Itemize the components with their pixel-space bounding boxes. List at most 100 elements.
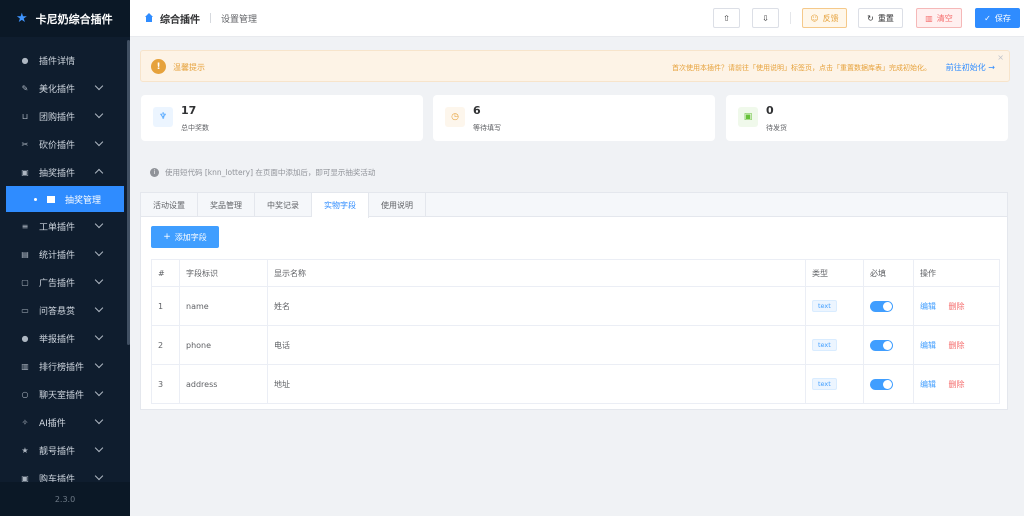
sidebar-item-label: 美化插件 bbox=[39, 84, 76, 95]
sidebar-item-bargain[interactable]: ✂ 砍价插件 bbox=[0, 130, 130, 158]
cart-icon: ⊔ bbox=[21, 111, 29, 121]
cell-type: text bbox=[805, 286, 864, 326]
top-header: 综合插件 设置管理 ⇧ ⇩ ☺ 反馈 ↻ 重置 ▥ 清空 ✓ 保存 bbox=[130, 0, 1024, 37]
package-icon: ▣ bbox=[738, 107, 758, 127]
breadcrumb-main[interactable]: 综合插件 bbox=[160, 11, 200, 26]
chat-icon: ▭ bbox=[21, 305, 29, 315]
reset-label: 重置 bbox=[877, 13, 894, 23]
chevron-down-icon bbox=[94, 247, 104, 257]
table-header-row: # 字段标识 显示名称 类型 必填 操作 bbox=[151, 259, 1000, 287]
stat-label: 等待填写 bbox=[473, 124, 501, 132]
sidebar-subitem-lottery-manage[interactable]: 抽奖管理 bbox=[6, 186, 124, 212]
smile-icon: ☺ bbox=[810, 13, 819, 23]
sidebar-item-report[interactable]: ● 举报插件 bbox=[0, 324, 130, 352]
delete-link[interactable]: 删除 bbox=[949, 302, 965, 311]
edit-link[interactable]: 编辑 bbox=[920, 341, 936, 350]
star-logo-icon: ★ bbox=[16, 11, 28, 26]
edit-link[interactable]: 编辑 bbox=[920, 380, 936, 389]
scissors-icon: ✂ bbox=[21, 139, 29, 149]
header-divider bbox=[790, 12, 791, 24]
cell-type: text bbox=[805, 364, 864, 404]
chevron-down-icon bbox=[94, 387, 104, 397]
sidebar-item-label: 聊天室插件 bbox=[39, 390, 85, 401]
sidebar-subitem-label: 抽奖管理 bbox=[65, 195, 102, 206]
sidebar-item-lottery[interactable]: ▣ 抽奖插件 bbox=[0, 158, 130, 186]
download-icon: ⇩ bbox=[762, 13, 769, 23]
tab-instructions[interactable]: 使用说明 bbox=[369, 193, 426, 217]
export-button[interactable]: ⇧ bbox=[713, 8, 740, 28]
sidebar-item-label: 排行榜插件 bbox=[39, 362, 85, 373]
shortcode-hint: i 使用短代码 [knn_lottery] 在页面中添加后，即可显示抽奖活动 bbox=[150, 167, 375, 178]
close-icon[interactable]: × bbox=[997, 53, 1004, 62]
sidebar-item-qa-bounty[interactable]: ▭ 问答悬赏 bbox=[0, 296, 130, 324]
chevron-down-icon bbox=[94, 303, 104, 313]
breadcrumb-sub: 设置管理 bbox=[221, 14, 258, 25]
add-field-button[interactable]: + 添加字段 bbox=[151, 226, 219, 248]
chevron-down-icon bbox=[94, 219, 104, 229]
cell-actions: 编辑 删除 bbox=[913, 364, 1000, 404]
sidebar-item-label: 抽奖插件 bbox=[39, 168, 76, 179]
cell-required bbox=[863, 325, 914, 365]
folder-icon bbox=[47, 195, 55, 203]
stat-card-pending-fill: ◷ 6 等待填写 bbox=[433, 95, 715, 141]
column-header-required: 必填 bbox=[863, 259, 914, 287]
sidebar-item-chatroom[interactable]: ○ 聊天室插件 bbox=[0, 380, 130, 408]
go-initialize-link[interactable]: 前往初始化 → bbox=[946, 62, 995, 73]
info-icon: i bbox=[150, 168, 159, 177]
fields-table: # 字段标识 显示名称 类型 必填 操作 1 name 姓名 text 编辑 删… bbox=[151, 259, 1000, 404]
tab-win-records[interactable]: 中奖记录 bbox=[255, 193, 312, 217]
chevron-up-icon bbox=[94, 168, 104, 178]
refresh-icon: ↻ bbox=[867, 13, 874, 23]
cell-actions: 编辑 删除 bbox=[913, 325, 1000, 365]
sidebar-item-premium-id[interactable]: ★ 靓号插件 bbox=[0, 436, 130, 464]
sidebar-item-beautify[interactable]: ✎ 美化插件 bbox=[0, 74, 130, 102]
sidebar-item-label: 统计插件 bbox=[39, 250, 76, 261]
required-toggle[interactable] bbox=[870, 378, 893, 390]
clear-label: 清空 bbox=[936, 13, 953, 23]
column-header-actions: 操作 bbox=[913, 259, 1000, 287]
delete-link[interactable]: 删除 bbox=[949, 380, 965, 389]
feedback-button[interactable]: ☺ 反馈 bbox=[802, 8, 847, 28]
sidebar-item-ads[interactable]: ▢ 广告插件 bbox=[0, 268, 130, 296]
delete-link[interactable]: 删除 bbox=[949, 341, 965, 350]
warning-message: 首次使用本插件？请前往「使用说明」标签页，点击「重置数据库表」完成初始化。 bbox=[672, 64, 931, 72]
clock-icon: ◷ bbox=[445, 107, 465, 127]
trash-icon: ▥ bbox=[925, 13, 933, 23]
required-toggle[interactable] bbox=[870, 300, 893, 312]
sidebar-item-group-buy[interactable]: ⊔ 团购插件 bbox=[0, 102, 130, 130]
tab-physical-fields[interactable]: 实物字段 bbox=[312, 193, 369, 218]
column-header-display-name: 显示名称 bbox=[267, 259, 806, 287]
feedback-label: 反馈 bbox=[822, 13, 839, 23]
chevron-down-icon bbox=[94, 415, 104, 425]
plus-icon: + bbox=[163, 232, 171, 242]
sidebar-item-stats[interactable]: ▤ 统计插件 bbox=[0, 240, 130, 268]
warning-icon: ! bbox=[151, 59, 166, 74]
chevron-down-icon bbox=[94, 109, 104, 119]
report-icon: ● bbox=[21, 333, 29, 343]
cell-display-name: 姓名 bbox=[267, 286, 806, 326]
type-tag: text bbox=[812, 378, 837, 390]
cell-index: 2 bbox=[151, 325, 180, 365]
stat-value: 0 bbox=[766, 104, 774, 117]
reset-button[interactable]: ↻ 重置 bbox=[858, 8, 903, 28]
breadcrumb-separator bbox=[210, 13, 211, 23]
brand: ★ 卡尼奶综合插件 bbox=[0, 0, 130, 37]
cell-key: name bbox=[179, 286, 268, 326]
ai-icon: ✧ bbox=[21, 417, 29, 427]
table-row: 2 phone 电话 text 编辑 删除 bbox=[151, 325, 1000, 365]
tab-prize-management[interactable]: 奖品管理 bbox=[198, 193, 255, 217]
sidebar-item-ranking[interactable]: ▥ 排行榜插件 bbox=[0, 352, 130, 380]
import-button[interactable]: ⇩ bbox=[752, 8, 779, 28]
check-icon: ✓ bbox=[984, 13, 991, 23]
info-icon: ● bbox=[21, 55, 29, 65]
required-toggle[interactable] bbox=[870, 339, 893, 351]
type-tag: text bbox=[812, 300, 837, 312]
sidebar-item-ai[interactable]: ✧ AI插件 bbox=[0, 408, 130, 436]
sidebar-item-plugin-details[interactable]: ● 插件详情 bbox=[0, 46, 130, 74]
column-header-index: # bbox=[151, 259, 180, 287]
clear-button[interactable]: ▥ 清空 bbox=[916, 8, 962, 28]
edit-link[interactable]: 编辑 bbox=[920, 302, 936, 311]
sidebar-item-ticket[interactable]: ≡ 工单插件 bbox=[0, 212, 130, 240]
save-button[interactable]: ✓ 保存 bbox=[975, 8, 1020, 28]
tab-activity-settings[interactable]: 活动设置 bbox=[141, 193, 198, 217]
